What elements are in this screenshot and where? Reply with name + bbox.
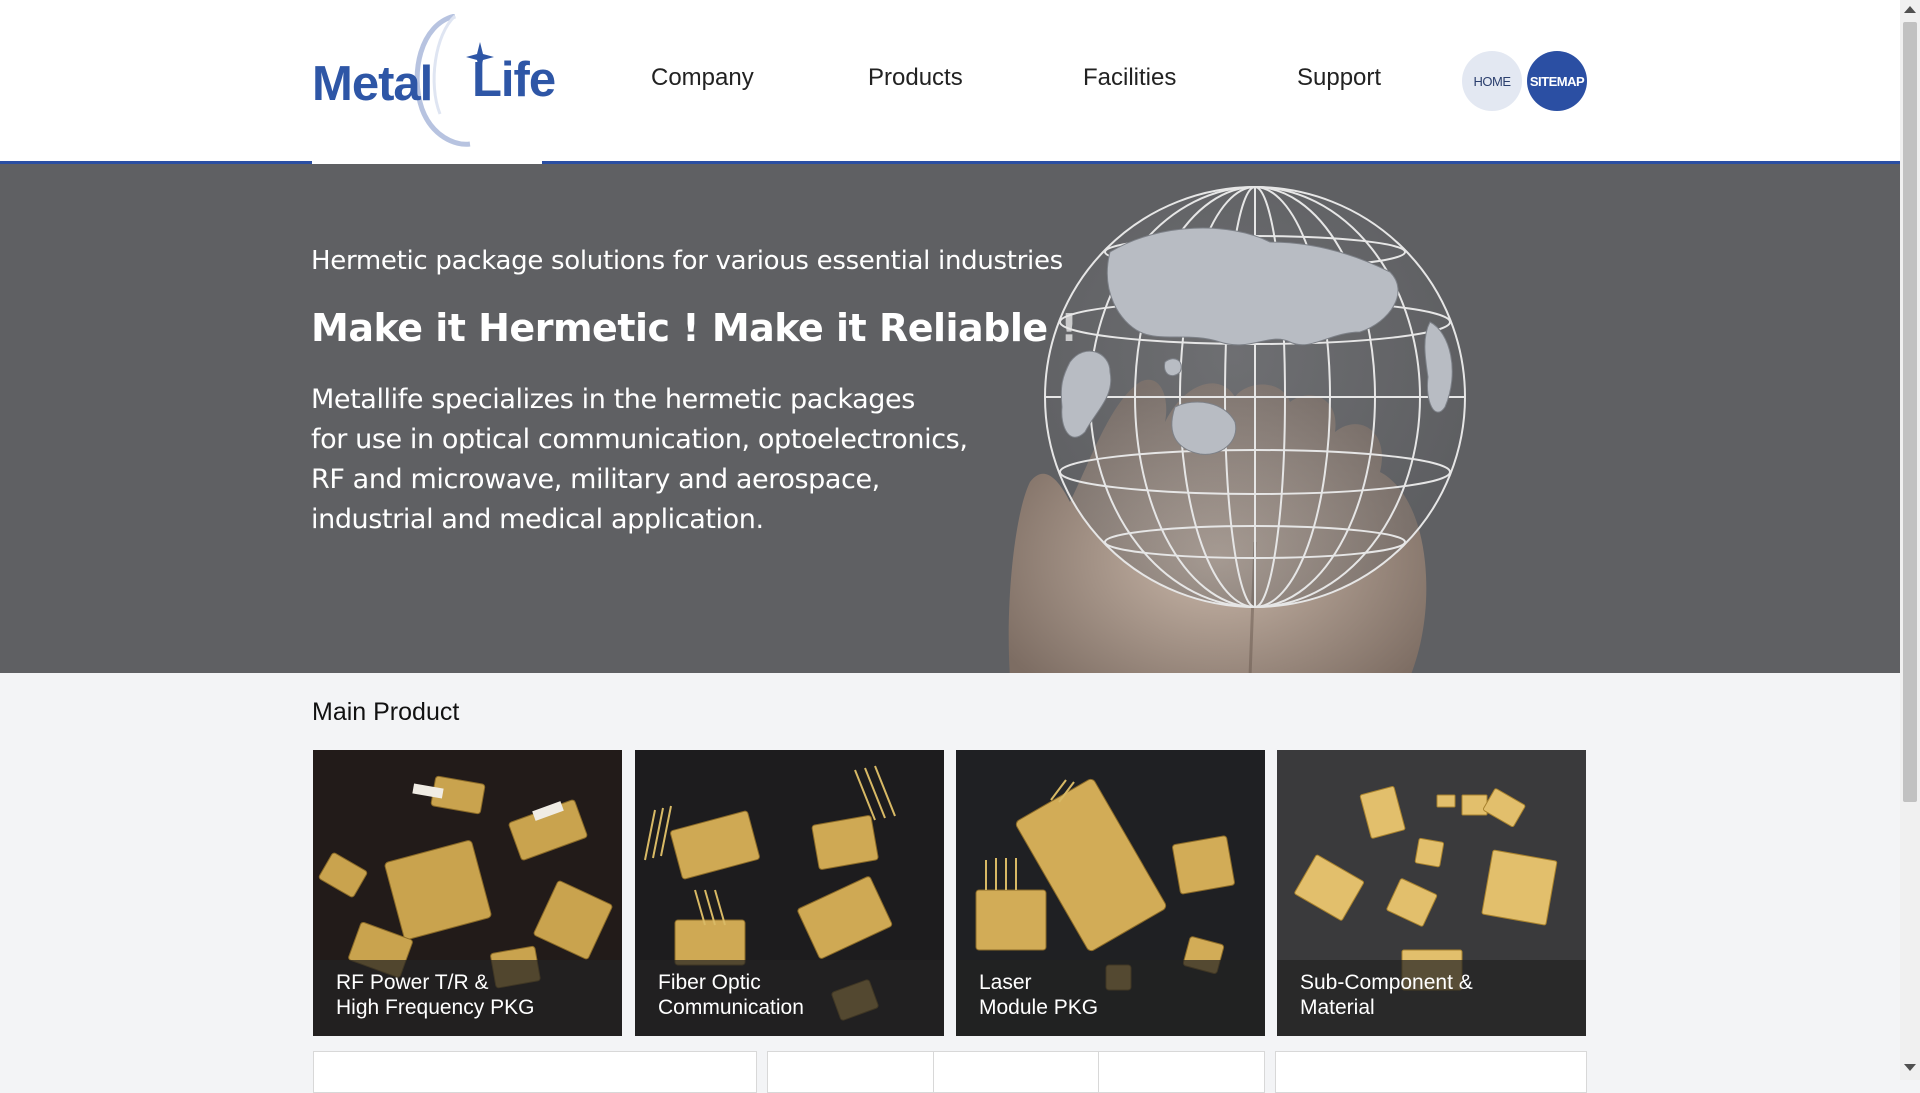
- main-product-heading: Main Product: [312, 698, 460, 726]
- card-title-line2: Communication: [658, 996, 804, 1019]
- scroll-down-arrow-icon[interactable]: [1904, 1064, 1916, 1071]
- product-card-rf-power[interactable]: RF Power T/R & High Frequency PKG: [313, 750, 622, 1036]
- hero-description-line: Metallife specializes in the hermetic pa…: [311, 384, 915, 415]
- home-button[interactable]: HOME: [1462, 51, 1522, 111]
- bottom-panel-right: [1275, 1051, 1587, 1093]
- hero-description: Metallife specializes in the hermetic pa…: [311, 380, 968, 540]
- nav-item-company[interactable]: Company: [651, 64, 754, 92]
- product-card-fiber-optic[interactable]: Fiber Optic Communication: [635, 750, 944, 1036]
- nav-item-support[interactable]: Support: [1297, 64, 1381, 92]
- card-caption: RF Power T/R & High Frequency PKG: [313, 960, 622, 1036]
- vertical-scrollbar[interactable]: [1900, 0, 1920, 1080]
- hero-description-line: industrial and medical application.: [311, 504, 764, 535]
- divider: [1098, 1052, 1099, 1092]
- card-caption-text: Laser Module PKG: [979, 970, 1098, 1020]
- scrollbar-thumb[interactable]: [1903, 22, 1917, 802]
- card-title-line1: Sub-Component &: [1300, 971, 1473, 994]
- hero-description-line: for use in optical communication, optoel…: [311, 424, 968, 455]
- logo-text-metal: Metal: [312, 57, 433, 111]
- bottom-panel-middle: [767, 1051, 1265, 1093]
- card-title-line2: Module PKG: [979, 996, 1099, 1019]
- nav-item-products[interactable]: Products: [868, 64, 963, 92]
- card-title-line2: Material: [1300, 996, 1375, 1019]
- logo-text-life: Life: [472, 53, 556, 107]
- nav-item-facilities[interactable]: Facilities: [1083, 64, 1176, 92]
- scroll-up-arrow-icon[interactable]: [1904, 6, 1916, 13]
- sitemap-button[interactable]: SITEMAP: [1527, 51, 1587, 111]
- card-caption: Laser Module PKG: [956, 960, 1265, 1036]
- card-caption: Fiber Optic Communication: [635, 960, 944, 1036]
- card-caption-text: Fiber Optic Communication: [658, 970, 804, 1020]
- card-caption-text: RF Power T/R & High Frequency PKG: [336, 970, 534, 1020]
- hero-banner: Hermetic package solutions for various e…: [0, 164, 1900, 673]
- card-title-line1: Fiber Optic: [658, 971, 761, 994]
- card-caption-text: Sub-Component & Material: [1300, 970, 1473, 1020]
- bottom-panel-left: [313, 1051, 757, 1093]
- card-title-line1: Laser: [979, 971, 1032, 994]
- metallife-logo[interactable]: Metal Life: [312, 14, 556, 148]
- card-caption: Sub-Component & Material: [1277, 960, 1586, 1036]
- product-card-laser-module[interactable]: Laser Module PKG: [956, 750, 1265, 1036]
- hero-title: Make it Hermetic ! Make it Reliable !: [311, 306, 1078, 350]
- globe-in-hands-image: [1008, 186, 1466, 673]
- product-card-sub-component[interactable]: Sub-Component & Material: [1277, 750, 1586, 1036]
- card-title-line1: RF Power T/R &: [336, 971, 489, 994]
- card-title-line2: High Frequency PKG: [336, 996, 535, 1019]
- hero-description-line: RF and microwave, military and aerospace…: [311, 464, 880, 495]
- divider: [933, 1052, 934, 1092]
- hero-subtitle: Hermetic package solutions for various e…: [311, 246, 1063, 276]
- site-header: Metal Life Company Products Facilities S…: [0, 0, 1900, 164]
